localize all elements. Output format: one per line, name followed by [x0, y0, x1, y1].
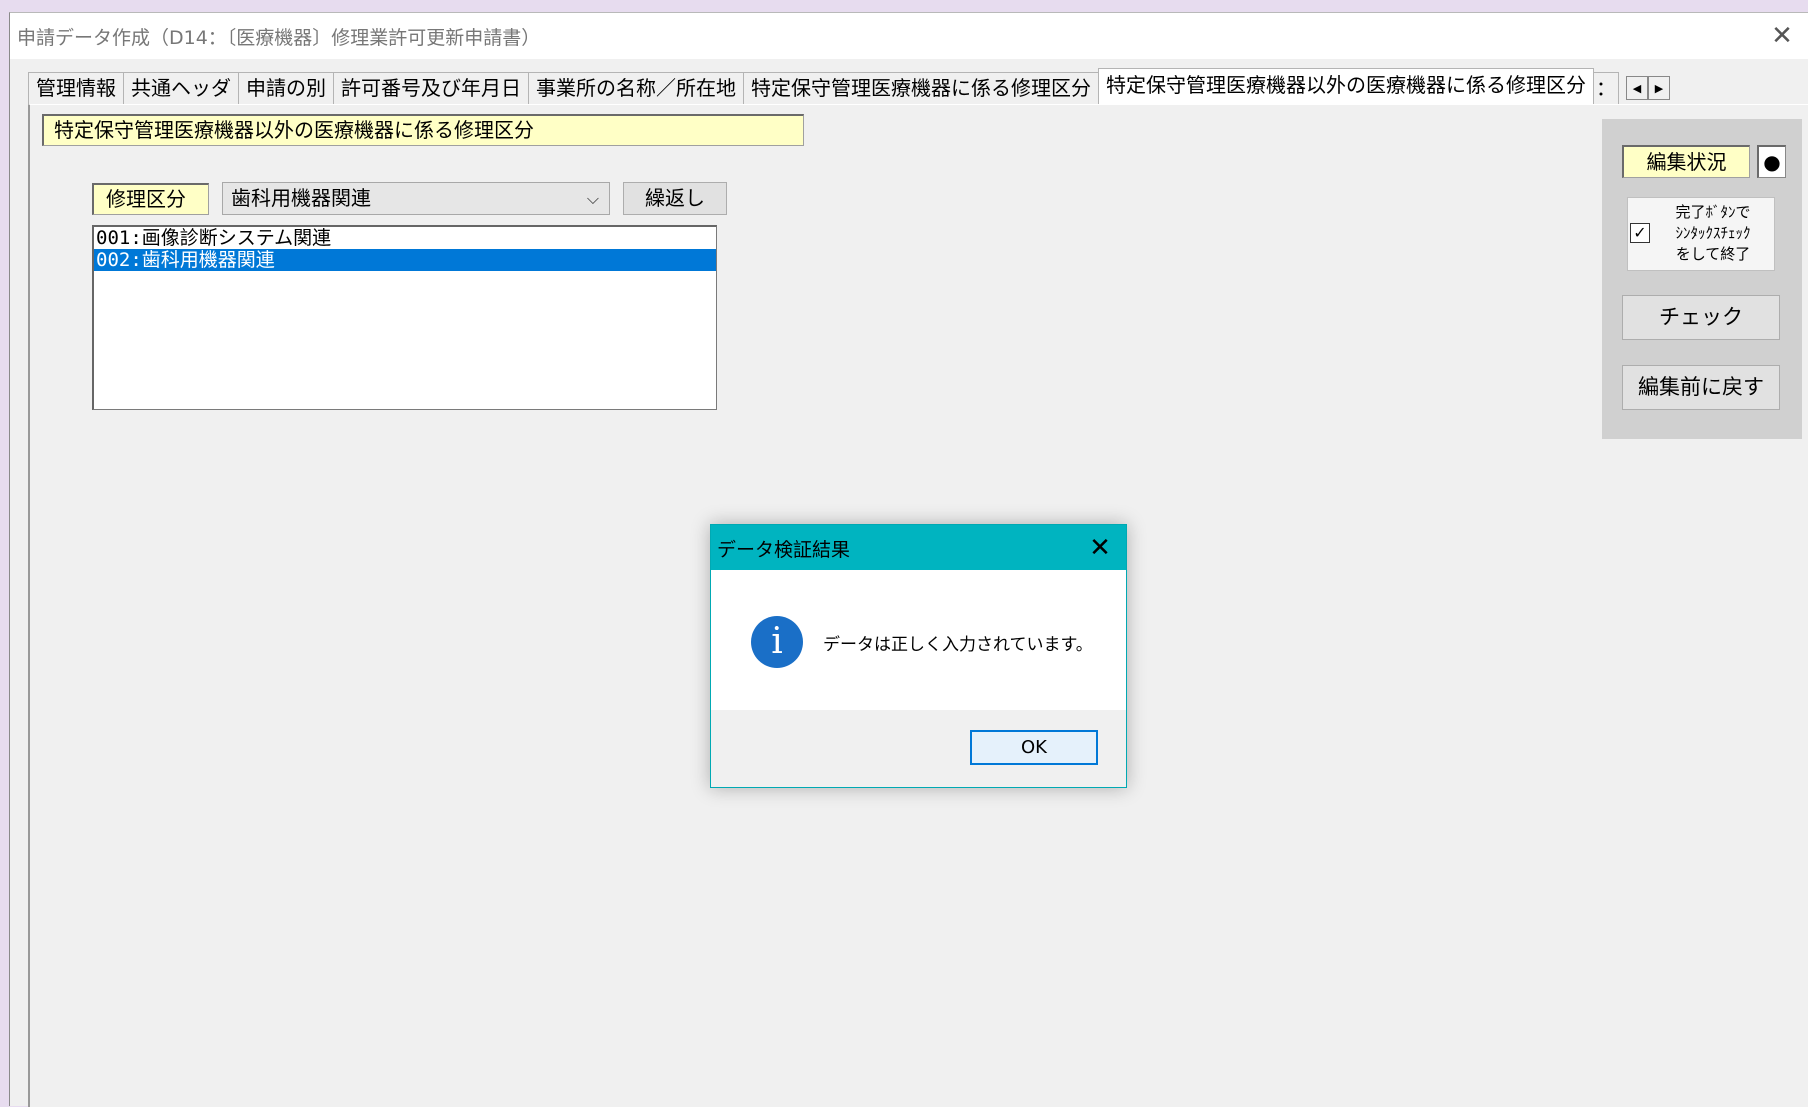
- check-button[interactable]: チェック: [1622, 295, 1780, 340]
- tab-scroll-left-icon[interactable]: ◀: [1626, 76, 1648, 100]
- repair-category-label: 修理区分: [92, 183, 209, 215]
- list-item[interactable]: 002:歯科用機器関連: [94, 249, 716, 271]
- ok-button[interactable]: OK: [970, 730, 1098, 765]
- tab-special-maintenance-repair[interactable]: 特定保守管理医療機器に係る修理区分: [743, 72, 1099, 104]
- tab-more[interactable]: ：: [1593, 72, 1619, 104]
- revert-button[interactable]: 編集前に戻す: [1622, 365, 1780, 410]
- edit-status-indicator: ●: [1757, 145, 1786, 178]
- tab-scroll-control: ◀ ▶: [1626, 76, 1670, 100]
- finish-syntax-check-label: 完了ﾎﾞﾀﾝで ｼﾝﾀｯｸｽﾁｪｯｸ をして終了: [1675, 203, 1751, 263]
- dialog-titlebar: データ検証結果 ✕: [711, 525, 1126, 570]
- edit-status-label: 編集状況: [1622, 145, 1750, 178]
- tab-other-device-repair[interactable]: 特定保守管理医療機器以外の医療機器に係る修理区分: [1098, 68, 1594, 104]
- repeat-button[interactable]: 繰返し: [623, 182, 727, 215]
- tab-bar: 管理情報 共通ヘッダ 申請の別 許可番号及び年月日 事業所の名称／所在地 特定保…: [28, 68, 1808, 105]
- window-close-icon[interactable]: ✕: [1756, 13, 1808, 59]
- dialog-close-icon[interactable]: ✕: [1074, 525, 1126, 570]
- tab-application-type[interactable]: 申請の別: [238, 72, 334, 104]
- chevron-down-icon: ⌵: [586, 189, 599, 208]
- validation-result-dialog: データ検証結果 ✕ i データは正しく入力されています。 OK: [710, 524, 1127, 788]
- finish-syntax-check-option[interactable]: ✓ 完了ﾎﾞﾀﾝで ｼﾝﾀｯｸｽﾁｪｯｸ をして終了: [1627, 197, 1775, 271]
- list-item[interactable]: 001:画像診断システム関連: [94, 227, 716, 249]
- window-titlebar: 申請データ作成（D14：〔医療機器〕修理業許可更新申請書） ✕: [10, 13, 1808, 59]
- dialog-footer: OK: [711, 710, 1126, 787]
- tab-license-number[interactable]: 許可番号及び年月日: [333, 72, 529, 104]
- repair-category-select[interactable]: 歯科用機器関連 ⌵: [222, 182, 610, 215]
- dialog-title: データ検証結果: [717, 539, 851, 561]
- dialog-body: i データは正しく入力されています。: [711, 570, 1126, 710]
- tab-management-info[interactable]: 管理情報: [28, 72, 124, 104]
- dialog-message: データは正しく入力されています。: [823, 635, 1093, 655]
- side-panel: 編集状況 ● ✓ 完了ﾎﾞﾀﾝで ｼﾝﾀｯｸｽﾁｪｯｸ をして終了 チェック 編…: [1602, 119, 1802, 439]
- repair-category-list[interactable]: 001:画像診断システム関連 002:歯科用機器関連: [92, 225, 717, 410]
- tab-scroll-right-icon[interactable]: ▶: [1648, 76, 1670, 100]
- tab-office-name-address[interactable]: 事業所の名称／所在地: [528, 72, 744, 104]
- repair-category-select-value: 歯科用機器関連: [231, 186, 371, 210]
- section-title: 特定保守管理医療機器以外の医療機器に係る修理区分: [42, 114, 804, 146]
- tab-common-header[interactable]: 共通ヘッダ: [123, 72, 239, 104]
- window-title: 申請データ作成（D14：〔医療機器〕修理業許可更新申請書）: [17, 27, 541, 49]
- finish-syntax-check-checkbox[interactable]: ✓: [1630, 223, 1650, 243]
- info-icon: i: [751, 616, 803, 668]
